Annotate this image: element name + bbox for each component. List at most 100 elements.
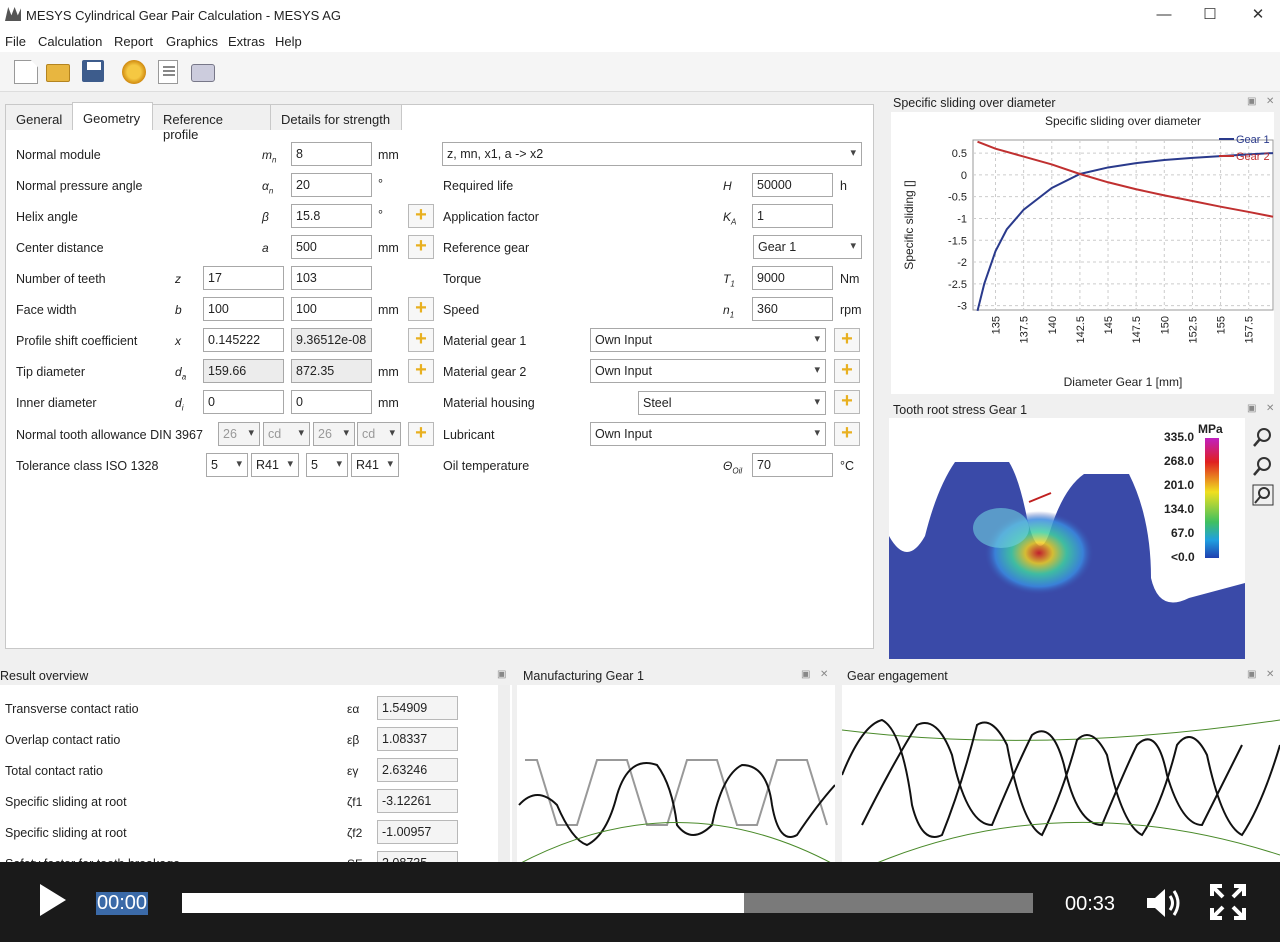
profile-shift-gear1-input[interactable]: 0.145222: [203, 328, 284, 352]
engagement-pane-float-icon[interactable]: ▣: [1247, 669, 1256, 680]
face-width-gear2-input[interactable]: 100: [291, 297, 372, 321]
oil-temperature-input[interactable]: 70: [752, 453, 833, 477]
manufacturing-graphic: [516, 685, 836, 866]
required-life-input[interactable]: 50000: [752, 173, 833, 197]
torque-input[interactable]: 9000: [752, 266, 833, 290]
face-width-plus-button[interactable]: +: [408, 297, 434, 321]
teeth-gear2-input[interactable]: 103: [291, 266, 372, 290]
sliding-chart-svg: 135 137.5 140 142.5 145 147.5 150 152.5 155 157.5…: [902, 114, 1274, 389]
menu-graphics[interactable]: Graphics: [166, 34, 218, 49]
tolerance-gear1-grade-select[interactable]: R41: [251, 453, 299, 477]
allowance-gear1-tol-select[interactable]: cd: [263, 422, 310, 446]
tolerance-gear2-grade-select[interactable]: R41: [351, 453, 399, 477]
teeth-gear1-input[interactable]: 17: [203, 266, 284, 290]
video-player-bar: 00:00 00:33: [0, 862, 1280, 942]
sliding-pane-close-icon[interactable]: ✕: [1266, 96, 1274, 107]
tab-reference-profile[interactable]: Reference profile: [152, 104, 271, 142]
result-label-sliding-root-1: Specific sliding at root: [5, 795, 127, 809]
engagement-svg: [841, 718, 1280, 866]
lubricant-select[interactable]: Own Input: [590, 422, 826, 446]
menu-report[interactable]: Report: [114, 34, 153, 49]
toolbar: [0, 52, 1280, 92]
torque-label: Torque: [443, 272, 482, 286]
maximize-button[interactable]: ☐: [1190, 3, 1230, 27]
allowance-gear1-select[interactable]: 26: [218, 422, 260, 446]
inner-diameter-gear1-input[interactable]: 0: [203, 390, 284, 414]
title-bar: MESYS Cylindrical Gear Pair Calculation …: [0, 0, 1280, 30]
material-gear1-select[interactable]: Own Input: [590, 328, 826, 352]
face-width-gear1-input[interactable]: 100: [203, 297, 284, 321]
zoom-fit-icon[interactable]: [1252, 484, 1274, 506]
inner-diameter-gear2-input[interactable]: 0: [291, 390, 372, 414]
center-distance-plus-button[interactable]: +: [408, 235, 434, 259]
application-factor-label: Application factor: [443, 210, 539, 224]
allowance-gear2-select[interactable]: 26: [313, 422, 355, 446]
material-gear2-select[interactable]: Own Input: [590, 359, 826, 383]
print-icon[interactable]: [191, 64, 215, 82]
application-factor-symbol: KA: [723, 210, 737, 227]
new-file-icon[interactable]: [14, 60, 38, 84]
reference-gear-select[interactable]: Gear 1: [753, 235, 862, 259]
engagement-pane-close-icon[interactable]: ✕: [1266, 669, 1274, 680]
lubricant-plus-button[interactable]: +: [834, 422, 860, 446]
zoom-out-icon[interactable]: [1252, 455, 1274, 477]
manufacturing-pane-float-icon[interactable]: ▣: [801, 669, 810, 680]
speed-input[interactable]: 360: [752, 297, 833, 321]
tolerance-gear2-select[interactable]: 5: [306, 453, 348, 477]
normal-module-input[interactable]: 8: [291, 142, 372, 166]
minimize-button[interactable]: —: [1144, 3, 1184, 27]
material-housing-plus-button[interactable]: +: [834, 390, 860, 414]
allowance-gear2-tol-select[interactable]: cd: [357, 422, 401, 446]
center-distance-input[interactable]: 500: [291, 235, 372, 259]
stress-scale-134: 134.0: [1164, 502, 1195, 516]
required-life-unit: h: [840, 179, 847, 193]
stress-pane-float-icon[interactable]: ▣: [1247, 403, 1256, 414]
save-icon[interactable]: [82, 60, 104, 82]
helix-angle-input[interactable]: 15.8: [291, 204, 372, 228]
calculate-icon[interactable]: [122, 60, 146, 84]
tab-geometry[interactable]: Geometry: [72, 102, 153, 129]
tab-general[interactable]: General: [5, 104, 73, 130]
tip-diameter-gear1-value: 159.66: [203, 359, 284, 383]
tolerance-gear1-select[interactable]: 5: [206, 453, 248, 477]
menu-help[interactable]: Help: [275, 34, 302, 49]
helix-angle-plus-button[interactable]: +: [408, 204, 434, 228]
calculation-mode-select[interactable]: z, mn, x1, a -> x2: [442, 142, 862, 166]
volume-icon[interactable]: [1145, 886, 1181, 920]
material-gear1-plus-button[interactable]: +: [834, 328, 860, 352]
menu-calculation[interactable]: Calculation: [38, 34, 102, 49]
tip-diameter-plus-button[interactable]: +: [408, 359, 434, 383]
result-pane-float-icon[interactable]: ▣: [497, 669, 506, 680]
progress-bar[interactable]: [182, 893, 1033, 913]
menu-extras[interactable]: Extras: [228, 34, 265, 49]
open-folder-icon[interactable]: [46, 64, 70, 82]
allowance-plus-button[interactable]: +: [408, 422, 434, 446]
result-label-sliding-root-2: Specific sliding at root: [5, 826, 127, 840]
x-tick-label: 155: [1216, 316, 1228, 334]
application-factor-input[interactable]: 1: [752, 204, 833, 228]
progress-fill: [182, 893, 744, 913]
manufacturing-pane-close-icon[interactable]: ✕: [820, 669, 828, 680]
profile-shift-plus-button[interactable]: +: [408, 328, 434, 352]
sliding-pane-float-icon[interactable]: ▣: [1247, 96, 1256, 107]
fullscreen-icon[interactable]: [1210, 884, 1246, 920]
menu-bar: File Calculation Report Graphics Extras …: [0, 30, 1280, 52]
helix-angle-label: Helix angle: [16, 210, 78, 224]
material-housing-select[interactable]: Steel: [638, 391, 826, 415]
tip-diameter-label: Tip diameter: [16, 365, 86, 379]
teeth-symbol: z: [175, 272, 181, 286]
zoom-in-icon[interactable]: [1252, 426, 1274, 448]
report-icon[interactable]: [158, 60, 178, 84]
close-button[interactable]: ✕: [1238, 3, 1278, 27]
play-icon[interactable]: [40, 884, 66, 916]
material-gear2-plus-button[interactable]: +: [834, 359, 860, 383]
result-label-transverse: Transverse contact ratio: [5, 702, 139, 716]
result-scrollbar[interactable]: [498, 685, 510, 865]
pressure-angle-input[interactable]: 20: [291, 173, 372, 197]
torque-unit: Nm: [840, 272, 860, 286]
tab-details-strength[interactable]: Details for strength: [270, 104, 402, 130]
menu-file[interactable]: File: [5, 34, 26, 49]
face-width-label: Face width: [16, 303, 77, 317]
normal-module-label: Normal module: [16, 148, 101, 162]
stress-pane-close-icon[interactable]: ✕: [1266, 403, 1274, 414]
